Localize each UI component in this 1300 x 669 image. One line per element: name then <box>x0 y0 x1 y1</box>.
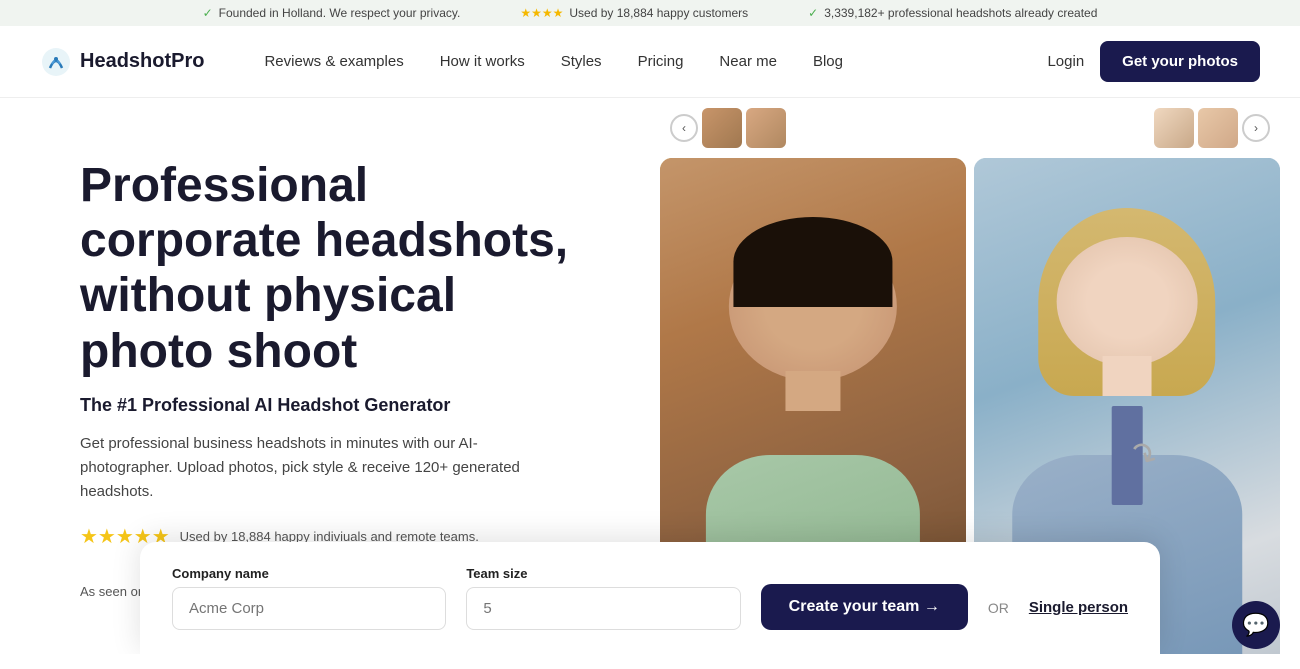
top-bar-item-count: ✓ 3,339,182+ professional headshots alre… <box>808 6 1097 20</box>
hero-title: Professional corporate headshots, withou… <box>80 158 600 379</box>
top-bar-item-customers: ★★★★ Used by 18,884 happy customers <box>520 6 748 20</box>
logo[interactable]: HeadshotPro <box>40 46 204 78</box>
create-team-button[interactable]: Create your team → <box>761 584 968 630</box>
chat-button[interactable]: 💬 <box>1232 601 1280 649</box>
navbar: HeadshotPro Reviews & examples How it wo… <box>0 26 1300 98</box>
hero-section: Professional corporate headshots, withou… <box>0 98 1300 654</box>
login-button[interactable]: Login <box>1047 53 1084 70</box>
team-label: Team size <box>466 566 740 581</box>
nav-item-how[interactable]: How it works <box>440 53 525 71</box>
top-bar-item-founded: ✓ Founded in Holland. We respect your pr… <box>203 6 461 20</box>
company-label: Company name <box>172 566 446 581</box>
single-person-link[interactable]: Single person <box>1029 599 1128 630</box>
hero-subtitle: The #1 Professional AI Headshot Generato… <box>80 395 600 416</box>
company-field: Company name <box>172 566 446 630</box>
check-icon: ✓ <box>203 6 213 20</box>
seen-label: As seen on: <box>80 584 149 599</box>
get-photos-button[interactable]: Get your photos <box>1100 41 1260 82</box>
or-text: OR <box>988 600 1009 630</box>
stars-icon: ★★★★ <box>520 6 563 20</box>
logo-icon <box>40 46 72 78</box>
check-icon-2: ✓ <box>808 6 818 20</box>
nav-item-pricing[interactable]: Pricing <box>638 53 684 71</box>
chat-icon: 💬 <box>1242 612 1269 638</box>
team-input[interactable] <box>466 587 740 630</box>
nav-item-near[interactable]: Near me <box>719 53 777 71</box>
nav-item-blog[interactable]: Blog <box>813 53 843 71</box>
nav-item-reviews[interactable]: Reviews & examples <box>264 53 403 71</box>
top-bar: ✓ Founded in Holland. We respect your pr… <box>0 0 1300 26</box>
nav-item-styles[interactable]: Styles <box>561 53 602 71</box>
cta-card: Company name Team size Create your team … <box>140 542 1160 654</box>
hero-description: Get professional business headshots in m… <box>80 432 540 504</box>
nav-links: Reviews & examples How it works Styles P… <box>264 53 1047 71</box>
team-field: Team size <box>466 566 740 630</box>
company-input[interactable] <box>172 587 446 630</box>
nav-actions: Login Get your photos <box>1047 41 1260 82</box>
